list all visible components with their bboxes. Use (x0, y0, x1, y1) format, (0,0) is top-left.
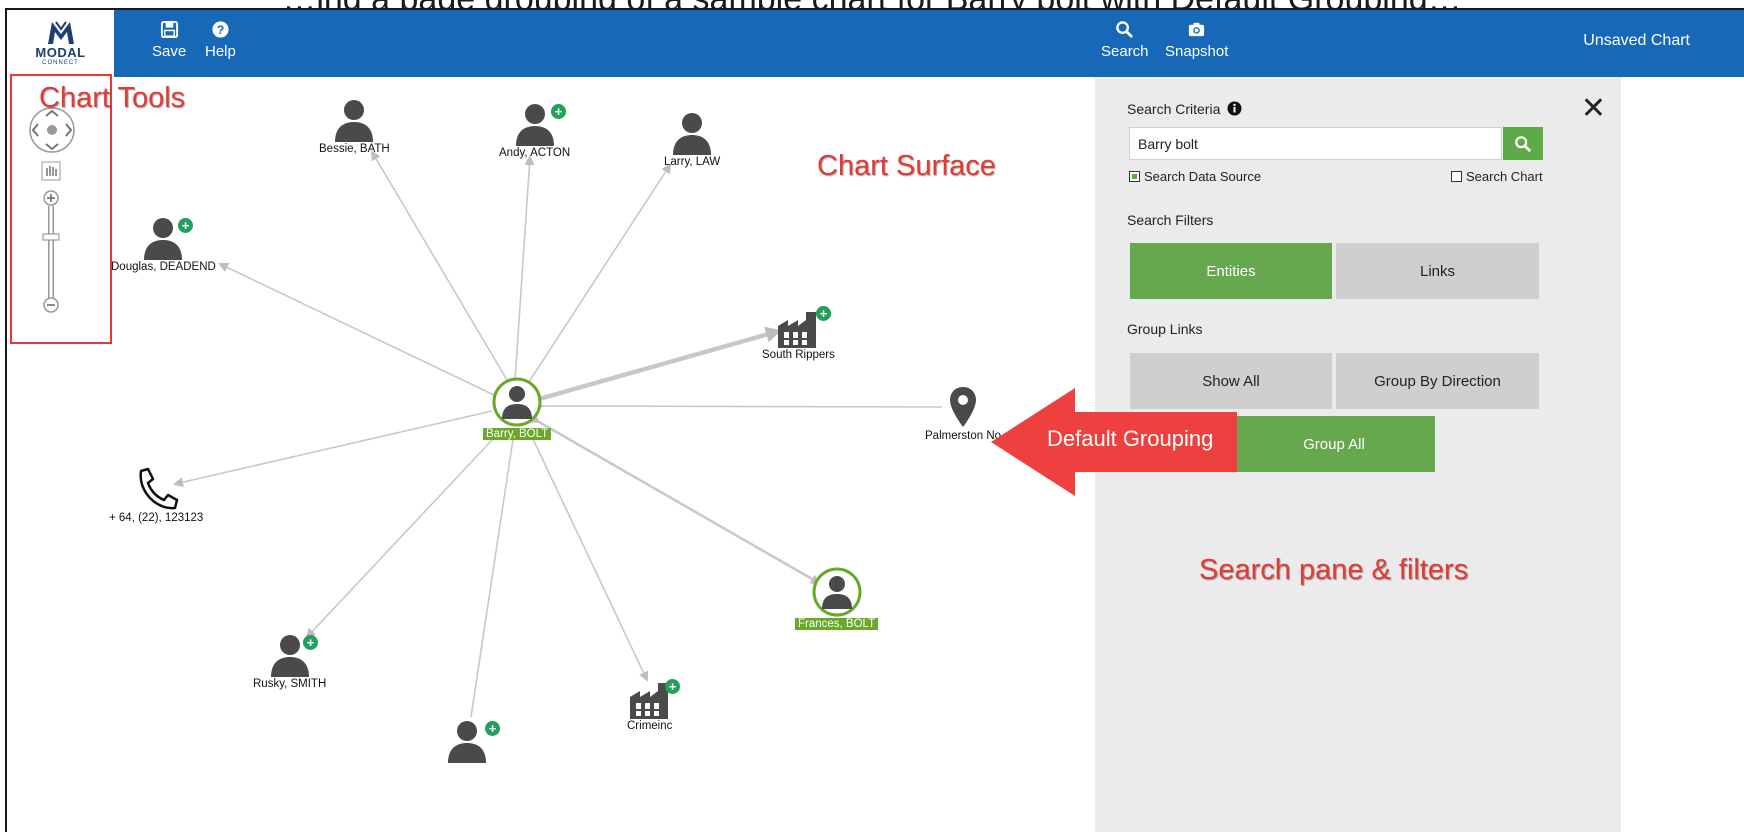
node-label: Rusky, SMITH (253, 678, 327, 690)
link-larry[interactable] (526, 163, 672, 386)
node-bessie[interactable]: Bessie, BATH (319, 98, 390, 155)
screenshot-stage: …ing a page grouping of a sample chart f… (0, 0, 1744, 832)
top-toolbar: MODAL CONNECT Save ? Help Search Snapsho… (7, 10, 1744, 77)
expand-plus-icon[interactable]: + (178, 218, 193, 233)
node-south-rippers[interactable]: South Rippers + (762, 306, 835, 361)
checkbox-checked (1129, 171, 1140, 182)
link-rusky[interactable] (305, 429, 503, 639)
checkbox-label: Search Data Source (1144, 169, 1262, 184)
help-icon: ? (212, 21, 229, 38)
node-label: South Rippers (762, 349, 835, 361)
search-submit-button[interactable] (1503, 127, 1543, 160)
search-label: Search (1101, 43, 1149, 60)
person-icon (673, 113, 712, 155)
expand-plus-icon[interactable]: + (303, 635, 318, 650)
link-phone[interactable] (173, 410, 493, 488)
node-label-selected: Frances, BOLT (795, 618, 879, 630)
link-south-rippers[interactable] (524, 326, 782, 411)
node-label: + 64, (22), 123123 (109, 512, 204, 524)
link-palmerston[interactable] (533, 400, 943, 411)
node-label: Andy, ACTON (499, 147, 571, 159)
group-links-label: Group Links (1127, 321, 1203, 337)
node-frances[interactable]: Frances, BOLT (795, 567, 879, 630)
link-andy[interactable] (509, 155, 535, 390)
search-criteria-label: Search Criteria (1127, 101, 1242, 117)
expand-plus-icon[interactable]: + (665, 679, 680, 694)
search-pane-annotation: Search pane & filters (1199, 554, 1469, 586)
node-label-selected: Barry, BOLT (483, 428, 552, 440)
search-input[interactable] (1129, 127, 1502, 160)
node-barry[interactable]: Barry, BOLT (483, 377, 552, 440)
logo-subtext: CONNECT (42, 60, 79, 66)
checkbox-unchecked (1451, 171, 1462, 182)
node-phone[interactable]: + 64, (22), 123123 (109, 467, 203, 524)
search-chart-checkbox[interactable]: Search Chart (1451, 169, 1543, 184)
logo-text: MODAL (35, 45, 86, 60)
node-label: Crimeinc (627, 720, 673, 732)
app-window: MODAL CONNECT Save ? Help Search Snapsho… (5, 8, 1744, 832)
default-grouping-callout: Default Grouping (1047, 426, 1214, 451)
search-icon (1116, 21, 1133, 38)
node-label: Larry, LAW (664, 156, 721, 168)
search-data-source-checkbox[interactable]: Search Data Source (1129, 169, 1261, 184)
search-icon (1515, 135, 1531, 152)
phone-icon (139, 467, 179, 510)
info-icon[interactable] (1227, 101, 1242, 116)
node-bottom-person[interactable]: + (445, 719, 500, 763)
chart-title: Unsaved Chart (1583, 32, 1690, 49)
camera-icon (1189, 22, 1205, 37)
person-icon (448, 721, 486, 763)
person-icon (812, 567, 862, 617)
chart-tools-annotation: Chart Tools (39, 82, 186, 114)
links-button[interactable]: Links (1336, 243, 1539, 299)
link-frances[interactable] (529, 413, 821, 585)
snapshot-button[interactable]: Snapshot (1165, 20, 1228, 60)
snapshot-label: Snapshot (1165, 43, 1229, 60)
node-douglas[interactable]: Douglas, DEADEND + (111, 216, 216, 273)
search-toolbar-button[interactable]: Search (1101, 20, 1149, 60)
node-rusky[interactable]: Rusky, SMITH + (253, 633, 326, 690)
help-label: Help (205, 43, 236, 60)
factory-icon (778, 312, 817, 348)
expand-plus-icon[interactable]: + (485, 721, 500, 736)
save-icon (160, 20, 178, 39)
help-button[interactable]: ? Help (205, 20, 236, 60)
expand-plus-icon[interactable]: + (816, 306, 831, 321)
group-all-button[interactable]: Group All (1233, 416, 1435, 472)
app-logo: MODAL CONNECT (7, 10, 114, 77)
person-icon (515, 104, 554, 146)
person-icon (335, 100, 374, 142)
search-filters-label: Search Filters (1127, 212, 1214, 228)
save-button[interactable]: Save (152, 20, 186, 60)
link-douglas[interactable] (218, 262, 504, 403)
node-label: Bessie, BATH (319, 143, 390, 155)
person-icon (492, 377, 542, 427)
node-larry[interactable]: Larry, LAW (664, 111, 720, 168)
chart-surface-annotation: Chart Surface (817, 150, 996, 182)
expand-plus-icon[interactable]: + (551, 104, 566, 119)
svg-text:?: ? (217, 23, 225, 37)
node-crimeinc[interactable]: Crimeinc + (627, 679, 680, 732)
entities-button[interactable]: Entities (1130, 243, 1332, 299)
logo-mark-icon (47, 21, 74, 44)
link-bottom[interactable] (470, 430, 520, 718)
link-bessie[interactable] (370, 150, 519, 395)
checkbox-label: Search Chart (1466, 169, 1543, 184)
node-andy[interactable]: Andy, ACTON + (499, 102, 570, 159)
save-label: Save (152, 43, 187, 60)
location-pin-icon (950, 387, 977, 427)
close-pane-button[interactable]: ✕ (1581, 94, 1606, 124)
node-label: Douglas, DEADEND (111, 261, 216, 273)
group-by-direction-button[interactable]: Group By Direction (1336, 353, 1539, 409)
